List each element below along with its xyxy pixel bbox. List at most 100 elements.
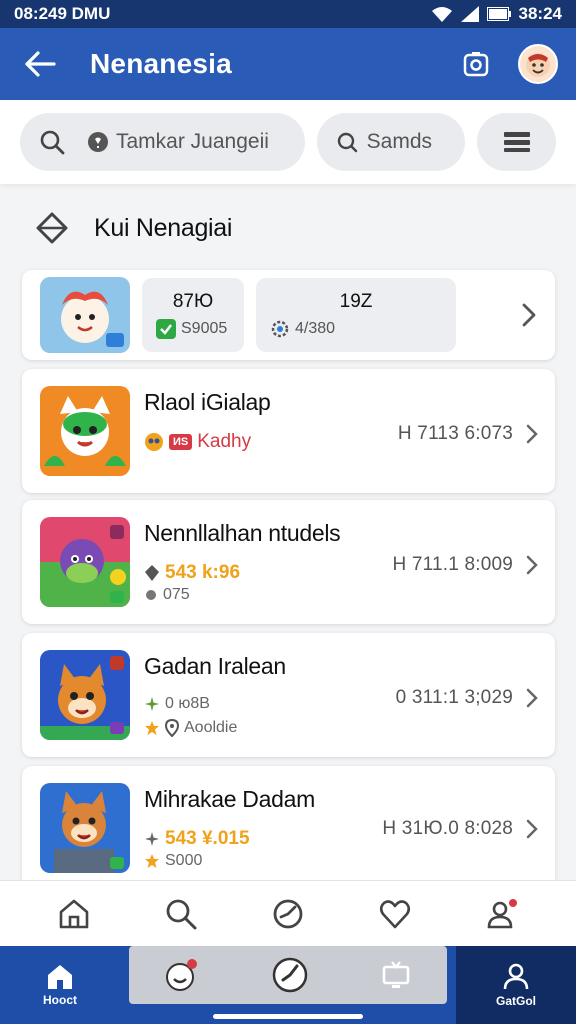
camera-button[interactable] <box>454 42 498 86</box>
search-input[interactable]: Tamkar Juangeii <box>20 113 305 171</box>
avatar-face-icon <box>526 53 550 77</box>
back-button[interactable] <box>18 42 62 86</box>
stat-b-sub-text: 4/380 <box>295 320 336 337</box>
list-item[interactable]: Mihrakae Dadam 543 ¥.015 S000 H 31Ю.0 8:… <box>22 766 555 890</box>
app-meta-1-text: Kadhy <box>197 431 252 452</box>
compass-icon[interactable] <box>271 956 309 994</box>
search-query: Tamkar Juangeii <box>116 130 269 153</box>
status-bar: 08:249 DMU 38:24 <box>0 0 576 28</box>
tv-icon[interactable] <box>380 959 412 991</box>
signal-icon <box>460 6 479 22</box>
arrow-left-icon <box>25 51 56 77</box>
chevron-right-icon <box>526 555 538 575</box>
card-body: Nennllalhan ntudels 543 k:96 075 H 711.1… <box>142 500 539 624</box>
app-thumbnail <box>40 650 130 740</box>
app-meta-1-text: 543 ¥.015 <box>165 828 250 849</box>
cat-green-image <box>40 386 130 476</box>
sparkle-icon <box>145 697 159 711</box>
app-meta-2: 075 <box>144 586 190 604</box>
summary-chevron[interactable] <box>521 302 537 328</box>
mascot-image <box>40 277 130 353</box>
stat-box-a: 87Ю S9005 <box>142 278 244 352</box>
tab-account[interactable]: GatGol <box>456 946 576 1024</box>
app-right-meta: H 31Ю.0 8:028 <box>382 818 513 839</box>
center-tab-group <box>129 946 447 1004</box>
search-small-icon <box>337 132 357 153</box>
app-thumbnail <box>40 783 130 873</box>
bottom-tab-bar: Hooct GatGol <box>0 946 576 1024</box>
status-time-right: 38:24 <box>518 4 562 23</box>
app-meta-1: ИS Kadhy <box>144 431 251 453</box>
list-item[interactable]: Rlaol iGialap ИS Kadhy H 7113 6:073 <box>22 369 555 493</box>
chevron-right-icon <box>526 424 538 444</box>
app-title: Rlaol iGialap <box>144 389 271 415</box>
tag-icon <box>88 132 108 152</box>
stat-a-sub: S9005 <box>156 319 230 339</box>
chevron-right-icon <box>526 688 538 708</box>
home-icon[interactable] <box>57 897 91 931</box>
app-right-meta: H 711.1 8:009 <box>392 554 513 575</box>
app-meta-1: 543 k:96 <box>144 562 240 584</box>
section-title: Kui Nenagiai <box>94 213 233 242</box>
card-body: Mihrakae Dadam 543 ¥.015 S000 H 31Ю.0 8:… <box>142 766 539 890</box>
section-header: Kui Nenagiai <box>36 204 232 252</box>
profile-avatar[interactable] <box>518 44 558 84</box>
app-meta-2-text: 075 <box>163 586 190 603</box>
app-meta-2: S000 <box>144 852 202 870</box>
app-title: Nennllalhan ntudels <box>144 520 341 546</box>
app-right-meta: 0 311:1 3;029 <box>395 687 513 708</box>
stat-b-sub: 4/380 <box>270 319 442 339</box>
home-indicator <box>213 1014 363 1019</box>
app-title: Gadan Iralean <box>144 653 286 679</box>
stat-b-value: 19Z <box>339 291 373 312</box>
app-meta-1-text: 543 k:96 <box>165 562 241 583</box>
status-time-left: 08:249 DMU <box>14 4 111 23</box>
status-icons: 38:24 <box>431 4 562 24</box>
search-icon <box>40 130 65 155</box>
gear-icon <box>271 320 289 338</box>
star-icon <box>145 721 159 735</box>
diamond-icon <box>36 212 68 244</box>
fox-blue-image <box>40 783 130 873</box>
app-thumbnail <box>40 517 130 607</box>
compass-icon[interactable] <box>271 897 305 931</box>
app-bar: Nenanesia <box>0 28 576 100</box>
bottom-icon-row <box>0 880 576 946</box>
sparkle-icon <box>145 832 159 846</box>
card-body: Gadan Iralean 0 ю8B Aooldie 0 311:1 3;02… <box>142 633 539 757</box>
heart-icon[interactable] <box>378 897 412 931</box>
app-meta-2: Aooldie <box>144 719 237 737</box>
location-pin-icon <box>165 719 179 737</box>
chat-notification-icon[interactable] <box>164 957 200 993</box>
tab-home[interactable]: Hooct <box>0 946 120 1024</box>
stat-a-sub-text: S9005 <box>181 320 228 337</box>
list-item[interactable]: Gadan Iralean 0 ю8B Aooldie 0 311:1 3;02… <box>22 633 555 757</box>
search-row: Tamkar Juangeii Samds <box>0 100 576 184</box>
check-badge-icon <box>156 319 176 339</box>
card-body: Rlaol iGialap ИS Kadhy H 7113 6:073 <box>142 369 539 493</box>
wifi-icon <box>431 7 452 22</box>
fox-orange-image <box>40 650 130 740</box>
pin-icon <box>146 590 156 600</box>
app-meta-1: 543 ¥.015 <box>144 828 250 850</box>
summary-card[interactable]: 87Ю S9005 19Z 4/380 <box>22 270 555 360</box>
user-notification-icon[interactable] <box>485 897 519 931</box>
tab-account-label: GatGol <box>495 994 536 1008</box>
tab-home-label: Hooct <box>43 993 77 1007</box>
app-meta-1-text: 0 ю8B <box>165 695 210 712</box>
user-icon <box>503 963 529 990</box>
list-item[interactable]: Nennllalhan ntudels 543 k:96 075 H 711.1… <box>22 500 555 624</box>
camera-icon <box>463 52 489 77</box>
app-meta-1: 0 ю8B <box>144 695 210 713</box>
tag-icon <box>145 565 159 581</box>
app-meta-2-text: S000 <box>165 852 203 869</box>
stat-a-value: 87Ю <box>172 291 214 312</box>
page-title: Nenanesia <box>90 48 232 79</box>
filter-chip[interactable]: Samds <box>316 113 465 171</box>
chevron-right-icon <box>526 819 538 839</box>
list-view-button[interactable] <box>477 113 556 171</box>
app-thumbnail <box>40 386 130 476</box>
app-right-meta: H 7113 6:073 <box>397 423 513 444</box>
search-icon[interactable] <box>164 897 198 931</box>
app-title: Mihrakae Dadam <box>144 786 315 812</box>
